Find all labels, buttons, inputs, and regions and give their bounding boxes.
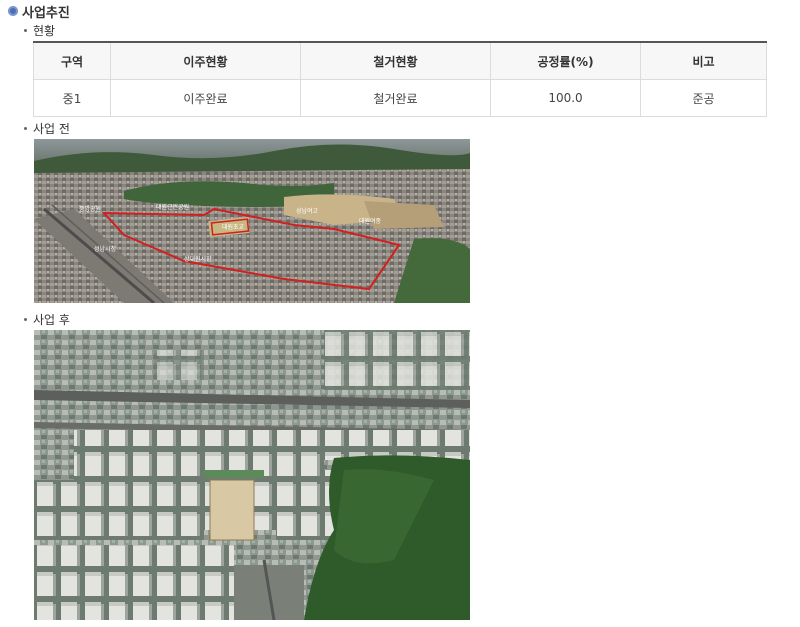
map-label-park: 대원근린공원	[156, 203, 189, 211]
map-label-girls-middle: 대원여중	[359, 217, 382, 225]
header-progress: 공정률(%)	[490, 41, 641, 80]
section-title: 사업추진	[22, 5, 70, 21]
table-header-row: 구역 이주현황 철거현황 공정률(%) 비고	[33, 41, 767, 80]
after-aerial-illustration	[34, 330, 470, 620]
cell-progress: 100.0	[490, 79, 641, 117]
cell-remarks: 준공	[640, 79, 767, 117]
after-label: 사업 후	[33, 312, 70, 327]
table-row: 중1 이주완료 철거완료 100.0 준공	[33, 79, 767, 117]
bullet-dot-icon	[24, 317, 27, 321]
bullet-circle-icon	[8, 6, 18, 16]
before-label: 사업 전	[33, 121, 70, 136]
before-subheading: 사업 전	[24, 120, 70, 136]
after-aerial-photo	[34, 330, 470, 620]
cell-relocation: 이주완료	[110, 79, 301, 117]
section-heading: 사업추진	[8, 2, 70, 21]
before-aerial-illustration: 대원근린공원 대원초교 성남여고 대원여중 중앙공원 성남시청 상대원시장	[34, 139, 470, 303]
bullet-dot-icon	[24, 28, 27, 32]
cell-zone: 중1	[33, 79, 111, 117]
header-remarks: 비고	[640, 41, 767, 80]
cell-demolition: 철거완료	[300, 79, 491, 117]
header-zone: 구역	[33, 41, 111, 80]
header-demolition: 철거현황	[300, 41, 491, 80]
bullet-dot-icon	[24, 126, 27, 130]
map-label-school: 대원초교	[222, 223, 245, 231]
status-subheading: 현황	[24, 22, 55, 38]
map-label-central-park: 중앙공원	[79, 205, 101, 213]
header-relocation: 이주현황	[110, 41, 301, 80]
map-label-market: 상대원시장	[184, 255, 212, 263]
status-label: 현황	[33, 23, 56, 38]
before-aerial-photo: 대원근린공원 대원초교 성남여고 대원여중 중앙공원 성남시청 상대원시장	[34, 139, 470, 303]
map-label-girls-high: 성남여고	[296, 207, 319, 215]
after-subheading: 사업 후	[24, 311, 70, 327]
status-table: 구역 이주현황 철거현황 공정률(%) 비고 중1 이주완료 철거완료 100.…	[33, 41, 767, 117]
map-label-city-hall: 성남시청	[94, 245, 116, 253]
